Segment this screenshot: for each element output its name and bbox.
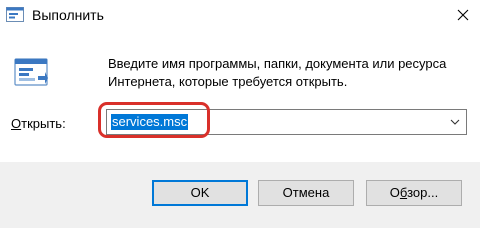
window-title: Выполнить bbox=[32, 7, 104, 23]
description-text: Введите имя программы, папки, документа … bbox=[108, 55, 468, 91]
open-input[interactable]: services.msc bbox=[111, 114, 189, 130]
chevron-down-icon bbox=[450, 119, 460, 125]
run-icon bbox=[6, 7, 24, 22]
cancel-button[interactable]: Отмена bbox=[258, 180, 354, 206]
ok-button[interactable]: OK bbox=[152, 180, 248, 206]
open-label-text: ткрыть: bbox=[21, 116, 66, 131]
title-bar[interactable]: Выполнить bbox=[0, 0, 480, 30]
browse-label-prefix: О bbox=[389, 185, 400, 200]
open-label-accesskey: О bbox=[11, 116, 22, 131]
open-label: Открыть: bbox=[11, 116, 66, 132]
browse-label-accesskey: б bbox=[399, 185, 408, 200]
description-line-2: Интернета, которые требуется открыть. bbox=[108, 74, 348, 89]
run-dialog: Выполнить Введите имя программы, папки, … bbox=[0, 0, 480, 228]
browse-button[interactable]: Обзор... bbox=[366, 180, 462, 206]
browse-label-rest: зор... bbox=[407, 185, 439, 200]
description-line-1: Введите имя программы, папки, документа … bbox=[108, 56, 447, 71]
run-program-icon bbox=[14, 58, 48, 86]
open-combobox[interactable]: services.msc bbox=[106, 109, 467, 135]
close-button[interactable] bbox=[446, 0, 480, 30]
dropdown-button[interactable] bbox=[448, 114, 462, 130]
close-icon bbox=[457, 9, 469, 21]
